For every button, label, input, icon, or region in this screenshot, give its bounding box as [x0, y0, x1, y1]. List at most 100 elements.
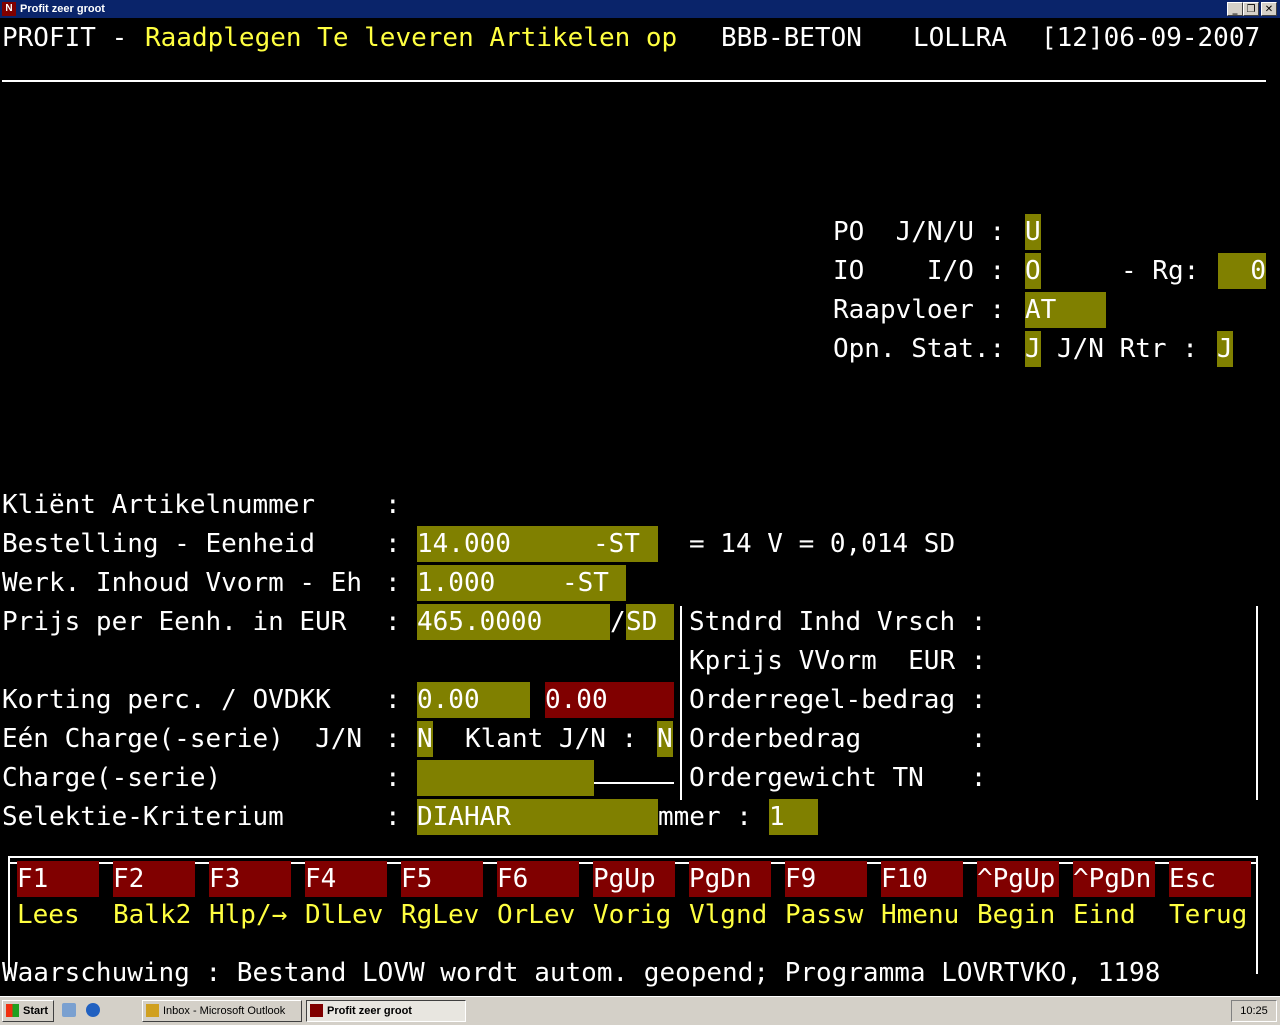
prijs-label: Prijs per Eenh. in EUR — [2, 607, 347, 637]
nummer-field[interactable]: 1 — [769, 799, 818, 835]
fkey-label: Vlgnd — [689, 900, 768, 930]
fkey-f2[interactable]: F2 Balk2 — [113, 861, 195, 933]
charge-serie-label: Charge(-serie) — [2, 763, 222, 793]
selektie-field[interactable]: DIAHAR — [417, 799, 658, 835]
taskbar: Start Inbox - Microsoft Outlook Profit z… — [0, 996, 1280, 1025]
fkey-label: DlLev — [305, 900, 384, 930]
colon: : — [385, 763, 401, 793]
rg-field[interactable]: 0 — [1218, 253, 1266, 289]
opn-stat-label: Opn. Stat.: — [833, 334, 1006, 364]
window-title: Profit zeer groot — [20, 3, 105, 15]
raapvloer-field[interactable]: AT — [1025, 292, 1106, 328]
io-label: IO I/O : — [833, 256, 1006, 286]
fkey-label: Passw — [785, 900, 864, 930]
po-label: PO J/N/U : — [833, 217, 1006, 247]
bestelling-unit-field[interactable]: -ST — [593, 526, 658, 562]
fkey-f6[interactable]: F6 OrLev — [497, 861, 579, 933]
klant-field[interactable]: N — [657, 721, 673, 757]
screen-title: Raadplegen Te leveren Artikelen op — [145, 23, 678, 53]
werk-inhoud-field[interactable]: 1.000 — [417, 565, 562, 601]
fkey-label: Terug — [1169, 900, 1248, 930]
start-label: Start — [23, 1005, 49, 1017]
task-label: Inbox - Microsoft Outlook — [163, 1005, 286, 1017]
internet-explorer-icon[interactable] — [86, 1003, 100, 1017]
fkey-esc[interactable]: Esc Terug — [1169, 861, 1251, 933]
rtr-field[interactable]: J — [1217, 331, 1233, 367]
orderbedrag-label: Orderbedrag : — [689, 724, 987, 754]
charge-serie-underline — [594, 782, 674, 784]
werk-unit-field[interactable]: -ST — [562, 565, 626, 601]
fkey-pgup[interactable]: PgUp Vorig — [593, 861, 675, 933]
show-desktop-icon[interactable] — [62, 1003, 76, 1017]
nummer-label: mmer : — [658, 802, 752, 832]
user-name: LOLLRA — [913, 23, 1007, 53]
opn-stat-field[interactable]: J — [1025, 331, 1041, 367]
prijs-field[interactable]: 465.0000 — [417, 604, 610, 640]
header-divider — [2, 80, 1266, 82]
bestelling-field[interactable]: 14.000 — [417, 526, 593, 562]
task-label: Profit zeer groot — [327, 1005, 412, 1017]
start-button[interactable]: Start — [2, 1000, 54, 1022]
task-outlook[interactable]: Inbox - Microsoft Outlook — [142, 1000, 302, 1022]
po-field[interactable]: U — [1025, 214, 1041, 250]
session-date: [12]06-09-2007 — [1041, 23, 1261, 53]
colon: : — [385, 724, 401, 754]
fkey-pgdn[interactable]: PgDn Vlgnd — [689, 861, 771, 933]
colon: : — [385, 529, 401, 559]
fkey-box-right — [1256, 856, 1258, 974]
outlook-icon — [146, 1004, 159, 1017]
window-titlebar[interactable]: N Profit zeer groot _ ❐ ✕ — [0, 0, 1280, 18]
colon: : — [385, 607, 401, 637]
klant-label: Klant J/N : — [465, 724, 638, 754]
fkey-key: F3 — [209, 861, 291, 897]
prijs-separator: / — [610, 607, 626, 637]
werk-inhoud-label: Werk. Inhoud Vvorm - Eh — [2, 568, 363, 598]
fkey-label: Begin — [977, 900, 1056, 930]
fkey-label: Hlp/→ — [209, 900, 288, 930]
fkey-ctrl-pgdn[interactable]: ^PgDn Eind — [1073, 861, 1155, 933]
fkey-key: F6 — [497, 861, 579, 897]
fkey-label: OrLev — [497, 900, 576, 930]
fkey-f3[interactable]: F3 Hlp/→ — [209, 861, 291, 933]
io-field[interactable]: O — [1025, 253, 1041, 289]
fkey-key: PgUp — [593, 861, 675, 897]
colon: : — [385, 490, 401, 520]
een-charge-field[interactable]: N — [417, 721, 433, 757]
fkey-f4[interactable]: F4 DlLev — [305, 861, 387, 933]
bestelling-conversion-text: = 14 V = 0,014 SD — [689, 529, 956, 559]
fkey-key: Esc — [1169, 861, 1251, 897]
close-button[interactable]: ✕ — [1261, 2, 1277, 16]
een-charge-label: Eén Charge(-serie) J/N — [2, 724, 363, 754]
fkey-label: Eind — [1073, 900, 1136, 930]
selektie-label: Selektie-Kriterium — [2, 802, 284, 832]
fkey-box-top — [8, 856, 1258, 858]
minimize-button[interactable]: _ — [1227, 2, 1243, 16]
fkey-ctrl-pgup[interactable]: ^PgUp Begin — [977, 861, 1059, 933]
fkey-key: ^PgUp — [977, 861, 1059, 897]
klient-artikelnummer-label: Kliënt Artikelnummer — [2, 490, 316, 520]
charge-serie-field[interactable] — [417, 760, 594, 796]
stndrd-inhd-label: Stndrd Inhd Vrsch : — [689, 607, 987, 637]
fkey-f5[interactable]: F5 RgLev — [401, 861, 483, 933]
korting-field[interactable]: 0.00 — [417, 682, 530, 718]
maximize-button[interactable]: ❐ — [1243, 2, 1259, 16]
orderregel-label: Orderregel-bedrag : — [689, 685, 987, 715]
colon: : — [385, 568, 401, 598]
summary-left-border — [680, 606, 682, 800]
fkey-f10[interactable]: F10 Hmenu — [881, 861, 963, 933]
raapvloer-label: Raapvloer : — [833, 295, 1006, 325]
ovdkk-field[interactable]: 0.00 — [545, 682, 674, 718]
kprijs-label: Kprijs VVorm EUR : — [689, 646, 987, 676]
fkey-f9[interactable]: F9 Passw — [785, 861, 867, 933]
app-name: PROFIT - — [2, 23, 128, 53]
fkey-label: Hmenu — [881, 900, 960, 930]
clock: 10:25 — [1231, 1000, 1277, 1022]
task-profit[interactable]: Profit zeer groot — [306, 1000, 466, 1022]
prijs-unit-field[interactable]: SD — [626, 604, 674, 640]
fkey-key: F9 — [785, 861, 867, 897]
fkey-f1[interactable]: F1 Lees — [17, 861, 99, 933]
company-name: BBB-BETON — [721, 23, 862, 53]
ordergewicht-label: Ordergewicht TN : — [689, 763, 987, 793]
fkey-key: PgDn — [689, 861, 771, 897]
fkey-key: F5 — [401, 861, 483, 897]
